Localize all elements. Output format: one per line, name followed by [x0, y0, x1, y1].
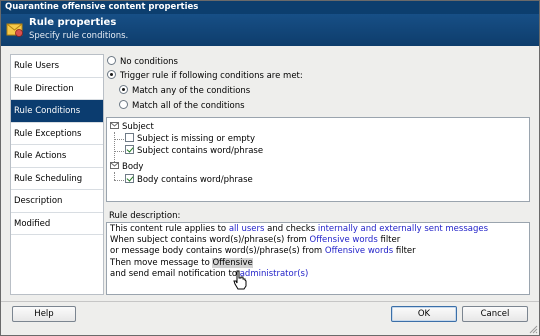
settings-nav: Rule Users Rule Direction Rule Condition… — [10, 54, 104, 295]
subject-group-label: Subject — [122, 122, 154, 132]
offensive-words-link[interactable]: Offensive words — [310, 235, 378, 245]
desc-text: and send email notification to — [110, 268, 240, 279]
radio-indicator — [107, 70, 116, 79]
desc-text: filter — [377, 235, 401, 246]
nav-item-description[interactable]: Description — [11, 190, 103, 213]
match-any-radio[interactable]: Match any of the conditions — [119, 85, 250, 97]
envelope-gear-icon — [6, 23, 23, 37]
desc-text: or message body contains word(s)/phrase(… — [110, 246, 325, 257]
tree-group-body[interactable]: Body — [110, 161, 143, 173]
tree-group-subject[interactable]: Subject — [110, 121, 154, 133]
envelope-icon — [110, 122, 119, 129]
tree-connector — [114, 172, 115, 180]
radio-indicator — [119, 100, 128, 109]
tree-connector — [114, 151, 124, 152]
subject-contains-checkbox[interactable]: Subject contains word/phrase — [125, 145, 263, 157]
nav-item-rule-exceptions[interactable]: Rule Exceptions — [11, 123, 103, 145]
desc-text: This content rule applies to — [110, 224, 229, 234]
desc-text: When subject contains word(s)/phrase(s) … — [110, 235, 310, 246]
no-conditions-radio[interactable]: No conditions — [107, 56, 178, 68]
subject-contains-label: Subject contains word/phrase — [137, 146, 264, 156]
body-contains-checkbox[interactable]: Body contains word/phrase — [125, 174, 253, 186]
radio-indicator — [107, 56, 116, 65]
match-all-label: Match all of the conditions — [132, 101, 245, 111]
dialog-header: Rule properties Specify rule conditions. — [1, 14, 539, 46]
subject-missing-label: Subject is missing or empty — [137, 134, 255, 144]
hand-cursor-icon — [233, 270, 247, 290]
footer-separator — [1, 301, 539, 302]
trigger-conditions-radio[interactable]: Trigger rule if following conditions are… — [107, 70, 303, 82]
header-subtitle: Specify rule conditions. — [29, 31, 129, 41]
no-conditions-label: No conditions — [120, 57, 178, 67]
offensive-folder-link[interactable]: Offensive — [212, 257, 253, 268]
nav-item-rule-users[interactable]: Rule Users — [11, 55, 103, 78]
dialog-window: Quarantine offensive content properties … — [0, 0, 540, 336]
tree-connector — [114, 180, 124, 181]
tree-connector — [114, 139, 124, 140]
rule-description-box: This content rule applies to all users a… — [106, 222, 530, 295]
help-button[interactable]: Help — [12, 306, 76, 322]
rule-description-label: Rule description: — [109, 211, 181, 221]
offensive-words-link[interactable]: Offensive words — [325, 246, 393, 256]
all-users-link[interactable]: all users — [229, 224, 265, 234]
trigger-conditions-label: Trigger rule if following conditions are… — [120, 71, 303, 81]
body-group-label: Body — [122, 162, 144, 172]
checkbox-indicator — [125, 145, 134, 154]
nav-item-rule-actions[interactable]: Rule Actions — [11, 145, 103, 168]
envelope-icon — [110, 162, 119, 169]
match-any-label: Match any of the conditions — [132, 86, 251, 96]
conditions-tree: Subject Subject is missing or empty Subj… — [106, 117, 530, 202]
checkbox-indicator — [125, 174, 134, 183]
nav-item-rule-scheduling[interactable]: Rule Scheduling — [11, 168, 103, 190]
nav-item-rule-direction[interactable]: Rule Direction — [11, 78, 103, 100]
desc-text: Then move message to — [110, 257, 213, 268]
direction-link[interactable]: internally and externally sent messages — [318, 224, 488, 234]
header-title: Rule properties — [29, 17, 117, 28]
desc-text: and checks — [264, 224, 318, 234]
match-all-radio[interactable]: Match all of the conditions — [119, 100, 245, 112]
checkbox-indicator — [125, 133, 134, 142]
nav-item-modified[interactable]: Modified — [11, 213, 103, 235]
cancel-button[interactable]: Cancel — [462, 306, 528, 322]
desc-text: filter — [393, 246, 416, 257]
resize-grip-icon[interactable] — [528, 324, 538, 334]
window-title: Quarantine offensive content properties — [1, 1, 539, 14]
nav-item-rule-conditions[interactable]: Rule Conditions — [11, 100, 103, 123]
subject-missing-checkbox[interactable]: Subject is missing or empty — [125, 133, 255, 145]
body-contains-label: Body contains word/phrase — [137, 175, 253, 185]
ok-button[interactable]: OK — [391, 306, 457, 322]
radio-indicator — [119, 85, 128, 94]
administrator-link[interactable]: administrator(s) — [240, 269, 309, 279]
